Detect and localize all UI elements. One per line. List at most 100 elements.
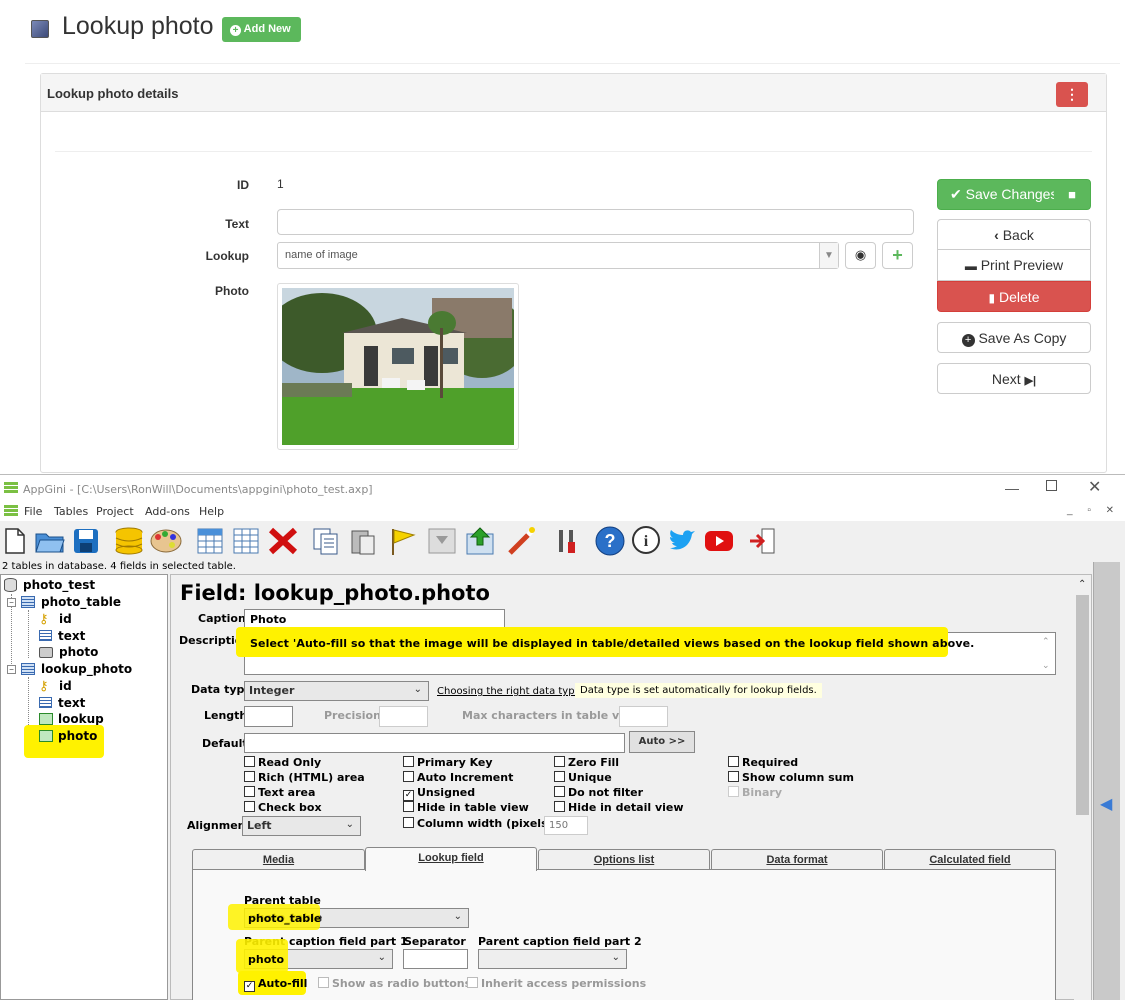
copy-icon[interactable] — [311, 526, 341, 556]
alignment-select[interactable]: Left ⌄ — [242, 816, 361, 836]
move-up-icon[interactable] — [464, 526, 496, 556]
menu-project[interactable]: Project — [96, 505, 134, 518]
textarea-scroll-down[interactable]: ⌄ — [1042, 660, 1050, 671]
part2-select[interactable]: ⌄ — [478, 949, 627, 969]
do-not-filter-checkbox[interactable]: Do not filter — [554, 786, 643, 799]
properties-scrollbar[interactable]: ⌃ — [1074, 577, 1091, 1000]
flag-icon[interactable] — [388, 526, 418, 556]
binary-checkbox[interactable]: Binary — [728, 786, 782, 799]
text-field-icon — [39, 630, 52, 641]
open-folder-icon[interactable] — [34, 528, 66, 554]
minimize-button[interactable]: — — [1005, 480, 1019, 496]
info-icon[interactable]: i — [630, 525, 662, 557]
panel-menu-button[interactable]: ⋮ — [1056, 82, 1088, 107]
unique-checkbox[interactable]: Unique — [554, 771, 612, 784]
chevron-down-icon: ⌄ — [377, 952, 386, 963]
tab-lookup-field[interactable]: Lookup field — [365, 847, 537, 871]
textarea-scroll-up[interactable]: ⌃ — [1042, 636, 1050, 647]
help-icon[interactable]: ? — [594, 525, 626, 557]
back-button[interactable]: ‹ Back — [937, 219, 1091, 250]
tab-calculated-field[interactable]: Calculated field — [884, 849, 1056, 870]
text-input[interactable] — [277, 209, 914, 235]
tools-icon[interactable] — [553, 526, 581, 556]
inherit-permissions-checkbox[interactable]: Inherit access permissions — [467, 977, 646, 990]
unsigned-checkbox[interactable]: ✓ Unsigned — [403, 786, 475, 801]
zero-fill-checkbox[interactable]: Zero Fill — [554, 756, 619, 769]
add-new-button[interactable]: + Add New — [222, 17, 301, 42]
tree-t1-photo[interactable]: photo — [59, 645, 98, 659]
default-input[interactable] — [244, 733, 625, 753]
menu-file[interactable]: File — [24, 505, 42, 518]
check-box-checkbox[interactable]: Check box — [244, 801, 322, 814]
youtube-icon[interactable] — [704, 528, 734, 554]
menu-addons[interactable]: Add-ons — [145, 505, 190, 518]
exit-icon[interactable] — [748, 526, 778, 556]
menu-help[interactable]: Help — [199, 505, 224, 518]
column-width-input[interactable]: 150 — [544, 816, 588, 835]
twitter-icon[interactable] — [667, 526, 697, 556]
read-only-checkbox[interactable]: Read Only — [244, 756, 321, 769]
close-button[interactable]: ✕ — [1088, 477, 1101, 497]
save-disk-icon[interactable] — [72, 527, 100, 555]
datatype-help-link[interactable]: Choosing the right data type — [437, 686, 581, 697]
tree-t1-id[interactable]: id — [59, 612, 72, 626]
length-input[interactable] — [244, 706, 293, 727]
table-grid-icon[interactable] — [196, 527, 224, 555]
separator-input[interactable] — [403, 949, 468, 969]
photo-thumbnail[interactable] — [267, 283, 527, 450]
scroll-up-arrow[interactable]: ⌃ — [1078, 579, 1086, 590]
datatype-select[interactable]: Integer ⌄ — [244, 681, 429, 701]
autofill-checkbox[interactable]: ✓ Auto-fill — [244, 977, 307, 992]
tree-t2-lookup[interactable]: lookup — [58, 712, 104, 726]
save-as-copy-button[interactable]: + Save As Copy — [937, 322, 1091, 353]
menu-tables[interactable]: Tables — [54, 505, 88, 518]
tab-media[interactable]: Media — [192, 849, 365, 870]
hide-table-checkbox[interactable]: Hide in table view — [403, 801, 529, 814]
delete-x-icon[interactable] — [267, 526, 299, 556]
add-lookup-button[interactable]: + — [882, 242, 913, 269]
auto-button[interactable]: Auto >> — [629, 731, 695, 753]
tree-db[interactable]: photo_test — [23, 578, 95, 592]
required-checkbox[interactable]: Required — [728, 756, 798, 769]
lookup-select[interactable]: name of image ▼ — [277, 242, 839, 269]
column-sum-checkbox[interactable]: Show column sum — [728, 771, 854, 784]
tree-t2-id[interactable]: id — [59, 679, 72, 693]
column-width-checkbox[interactable]: Column width (pixels) — [403, 817, 553, 830]
maxchars-input[interactable] — [619, 706, 668, 727]
view-lookup-button[interactable]: ◉ — [845, 242, 876, 269]
collapse-icon[interactable]: − — [7, 665, 16, 674]
tree-photo-table[interactable]: photo_table — [41, 595, 121, 609]
mdi-controls[interactable]: _ ▫ ✕ — [1067, 505, 1120, 516]
radio-buttons-checkbox[interactable]: Show as radio buttons — [318, 977, 471, 990]
tree-t1-text[interactable]: text — [58, 629, 85, 643]
precision-input[interactable] — [379, 706, 428, 727]
check-icon: ✔ — [950, 186, 962, 202]
next-button[interactable]: Next ▶| — [937, 363, 1091, 394]
rich-html-checkbox[interactable]: Rich (HTML) area — [244, 771, 365, 784]
tab-options-list[interactable]: Options list — [538, 849, 710, 870]
text-area-checkbox[interactable]: Text area — [244, 786, 315, 799]
field-grid-icon[interactable] — [232, 527, 260, 555]
print-preview-button[interactable]: ▬ Print Preview — [937, 250, 1091, 281]
database-icon[interactable] — [114, 526, 144, 556]
primary-key-checkbox[interactable]: Primary Key — [403, 756, 493, 769]
chevron-left-icon: ‹ — [994, 227, 999, 243]
new-file-icon[interactable] — [3, 527, 27, 555]
hide-detail-checkbox[interactable]: Hide in detail view — [554, 801, 684, 814]
tree-t2-photo[interactable]: photo — [58, 729, 97, 743]
save-changes-button[interactable]: ✔ Save Changes ■ — [937, 179, 1091, 210]
auto-increment-checkbox[interactable]: Auto Increment — [403, 771, 513, 784]
palette-icon[interactable] — [150, 528, 182, 554]
page-title: Lookup photo — [62, 12, 214, 40]
dock-expand-arrow[interactable]: ◀ — [1100, 794, 1112, 814]
paste-icon[interactable] — [348, 526, 378, 556]
delete-button[interactable]: ▮ Delete — [937, 281, 1091, 312]
tree-lookup-photo[interactable]: lookup_photo — [41, 662, 132, 676]
collapse-icon[interactable]: − — [7, 598, 16, 607]
scroll-thumb[interactable] — [1076, 595, 1089, 815]
move-down-icon[interactable] — [426, 526, 458, 556]
maximize-button[interactable] — [1046, 480, 1057, 491]
tab-data-format[interactable]: Data format — [711, 849, 883, 870]
tree-t2-text[interactable]: text — [58, 696, 85, 710]
magic-wand-icon[interactable] — [506, 526, 538, 556]
